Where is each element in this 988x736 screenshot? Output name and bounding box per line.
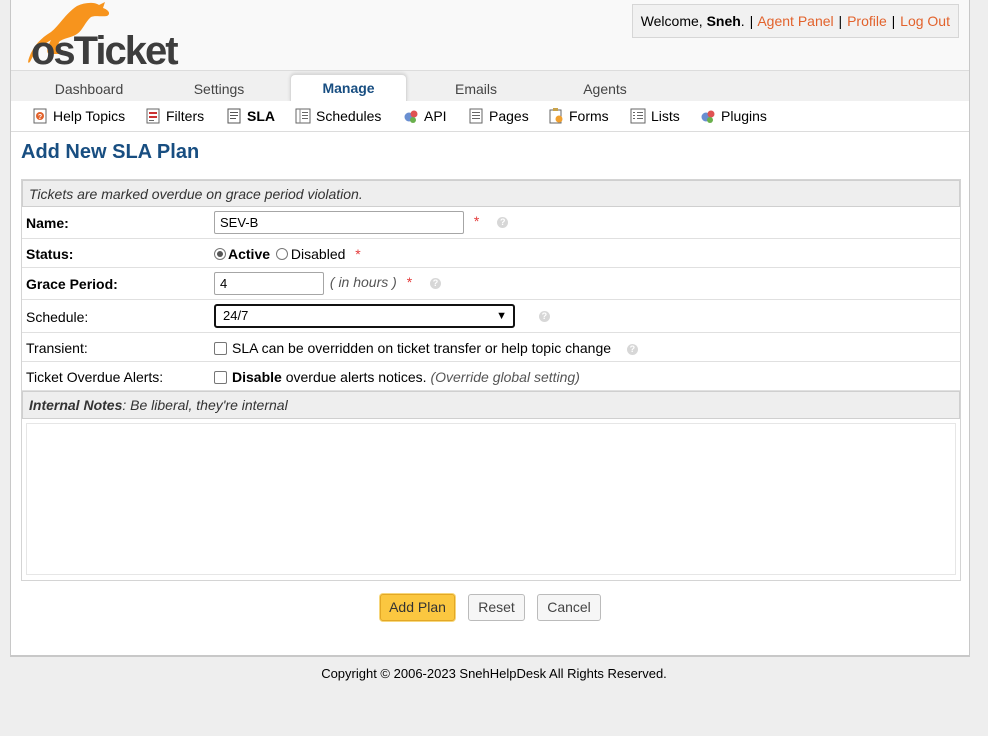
name-label: Name: <box>26 215 69 231</box>
schedule-label: Schedule: <box>26 309 89 325</box>
help-icon[interactable]: ? <box>538 310 550 322</box>
footer: Copyright © 2006-2023 SnehHelpDesk All R… <box>0 666 988 681</box>
logout-link[interactable]: Log Out <box>900 13 950 29</box>
form-row-overdue-alerts: Ticket Overdue Alerts: Disable overdue a… <box>22 362 960 391</box>
subnav-item-pages[interactable]: Pages <box>468 101 529 132</box>
form-row-schedule: Schedule: 24/7 ▼ ? <box>22 300 960 333</box>
chevron-down-icon: ▼ <box>496 310 507 322</box>
name-input[interactable] <box>214 211 464 234</box>
internal-notes-hint: : Be liberal, they're internal <box>122 397 288 413</box>
subnav-label: Schedules <box>316 108 382 124</box>
status-label: Status: <box>26 246 74 262</box>
tab-agents[interactable]: Agents <box>555 76 655 102</box>
overdue-alerts-label: Ticket Overdue Alerts: <box>26 369 164 385</box>
tab-settings[interactable]: Settings <box>169 76 269 102</box>
transient-text: SLA can be overridden on ticket transfer… <box>232 340 612 356</box>
grace-period-input[interactable] <box>214 272 324 295</box>
api-icon <box>404 110 418 123</box>
svg-text:?: ? <box>38 114 42 121</box>
subnav-label: Help Topics <box>53 108 126 124</box>
subnav-item-plugins[interactable]: Plugins <box>700 101 767 132</box>
form-row-grace-period: Grace Period: ( in hours ) * ? <box>22 268 960 300</box>
header: osTicket Welcome, Sneh. | Agent Panel | … <box>11 0 969 70</box>
subnav-label: Pages <box>489 108 529 124</box>
internal-notes-editor[interactable] <box>26 423 956 575</box>
kangaroo-logo-icon: osTicket <box>28 2 180 68</box>
status-disabled-radio[interactable] <box>275 248 288 260</box>
sla-form: Tickets are marked overdue on grace peri… <box>21 179 961 581</box>
internal-notes-label: Internal Notes <box>29 397 123 413</box>
help-icon[interactable]: ? <box>497 217 509 228</box>
subnav-label: Plugins <box>721 108 767 124</box>
transient-label: Transient: <box>26 340 88 356</box>
subnav-item-lists[interactable]: Lists <box>630 101 680 132</box>
main-nav: Dashboard Settings Manage Emails Agents <box>11 70 969 103</box>
agent-panel-link[interactable]: Agent Panel <box>757 13 833 29</box>
status-disabled-label: Disabled <box>290 246 346 262</box>
subnav-label: API <box>424 108 447 124</box>
overdue-alerts-hint: (Override global setting) <box>430 369 580 385</box>
separator: | <box>838 13 843 29</box>
form-row-name: Name: * ? <box>22 207 960 239</box>
pages-icon <box>469 108 483 124</box>
subnav-item-filters[interactable]: Filters <box>145 101 204 132</box>
profile-link[interactable]: Profile <box>847 13 887 29</box>
form-row-transient: Transient: SLA can be overridden on tick… <box>22 333 960 362</box>
logo[interactable]: osTicket <box>19 0 219 68</box>
page-container: osTicket Welcome, Sneh. | Agent Panel | … <box>10 0 970 657</box>
subnav-label: Lists <box>651 108 680 124</box>
forms-icon <box>549 108 563 124</box>
tab-emails[interactable]: Emails <box>426 76 526 102</box>
internal-notes-header: Internal Notes: Be liberal, they're inte… <box>22 391 960 419</box>
subnav-label: Filters <box>166 108 205 124</box>
schedule-select[interactable]: 24/7 ▼ <box>214 304 515 328</box>
sla-icon <box>227 108 241 124</box>
subnav-item-forms[interactable]: Forms <box>548 101 609 132</box>
schedules-icon <box>295 108 311 124</box>
sub-nav: ? Help Topics Filters SLA Schedules API P… <box>11 101 969 132</box>
status-active-radio[interactable] <box>214 248 226 260</box>
subnav-item-api[interactable]: API <box>403 101 447 132</box>
tab-manage[interactable]: Manage <box>290 74 407 103</box>
separator: | <box>749 13 754 29</box>
lists-icon <box>630 108 646 124</box>
copyright-text: Copyright © 2006-2023 SnehHelpDesk All R… <box>321 666 667 681</box>
plugins-icon <box>701 110 715 123</box>
grace-period-hint: ( in hours ) <box>329 274 397 291</box>
user-info-bar: Welcome, Sneh. | Agent Panel | Profile |… <box>631 4 959 38</box>
subnav-item-help-topics[interactable]: ? Help Topics <box>32 101 125 132</box>
grace-period-label: Grace Period: <box>26 276 118 292</box>
help-icon[interactable]: ? <box>430 278 442 289</box>
required-mark: * <box>355 246 361 262</box>
filters-icon <box>146 108 160 124</box>
subnav-item-sla[interactable]: SLA <box>226 101 275 132</box>
subnav-label: Forms <box>569 108 609 124</box>
status-active-label: Active <box>228 246 271 262</box>
welcome-label: Welcome, <box>640 13 703 29</box>
page-title: Add New SLA Plan <box>21 141 200 163</box>
required-mark: * <box>406 274 413 291</box>
cancel-button[interactable]: Cancel <box>537 594 601 621</box>
overdue-alerts-text: overdue alerts notices. <box>285 369 427 385</box>
overdue-alerts-checkbox[interactable] <box>214 371 227 384</box>
tab-dashboard[interactable]: Dashboard <box>39 76 139 102</box>
reset-button[interactable]: Reset <box>468 594 525 621</box>
form-intro-header: Tickets are marked overdue on grace peri… <box>22 180 960 207</box>
separator: | <box>891 13 896 29</box>
help-topics-icon: ? <box>33 108 47 124</box>
transient-checkbox[interactable] <box>214 342 227 355</box>
add-plan-button[interactable]: Add Plan <box>380 594 455 621</box>
schedule-selected-value: 24/7 <box>223 308 249 323</box>
overdue-alerts-bold: Disable <box>232 369 282 385</box>
svg-text:osTicket: osTicket <box>31 29 178 68</box>
help-icon[interactable]: ? <box>626 343 638 355</box>
subnav-item-schedules[interactable]: Schedules <box>295 101 381 132</box>
username: Sneh <box>706 13 741 29</box>
required-mark: * <box>473 213 480 230</box>
form-row-status: Status: Active Disabled * <box>22 239 960 268</box>
subnav-label: SLA <box>247 108 275 124</box>
form-intro-text: Tickets are marked overdue on grace peri… <box>29 186 363 202</box>
